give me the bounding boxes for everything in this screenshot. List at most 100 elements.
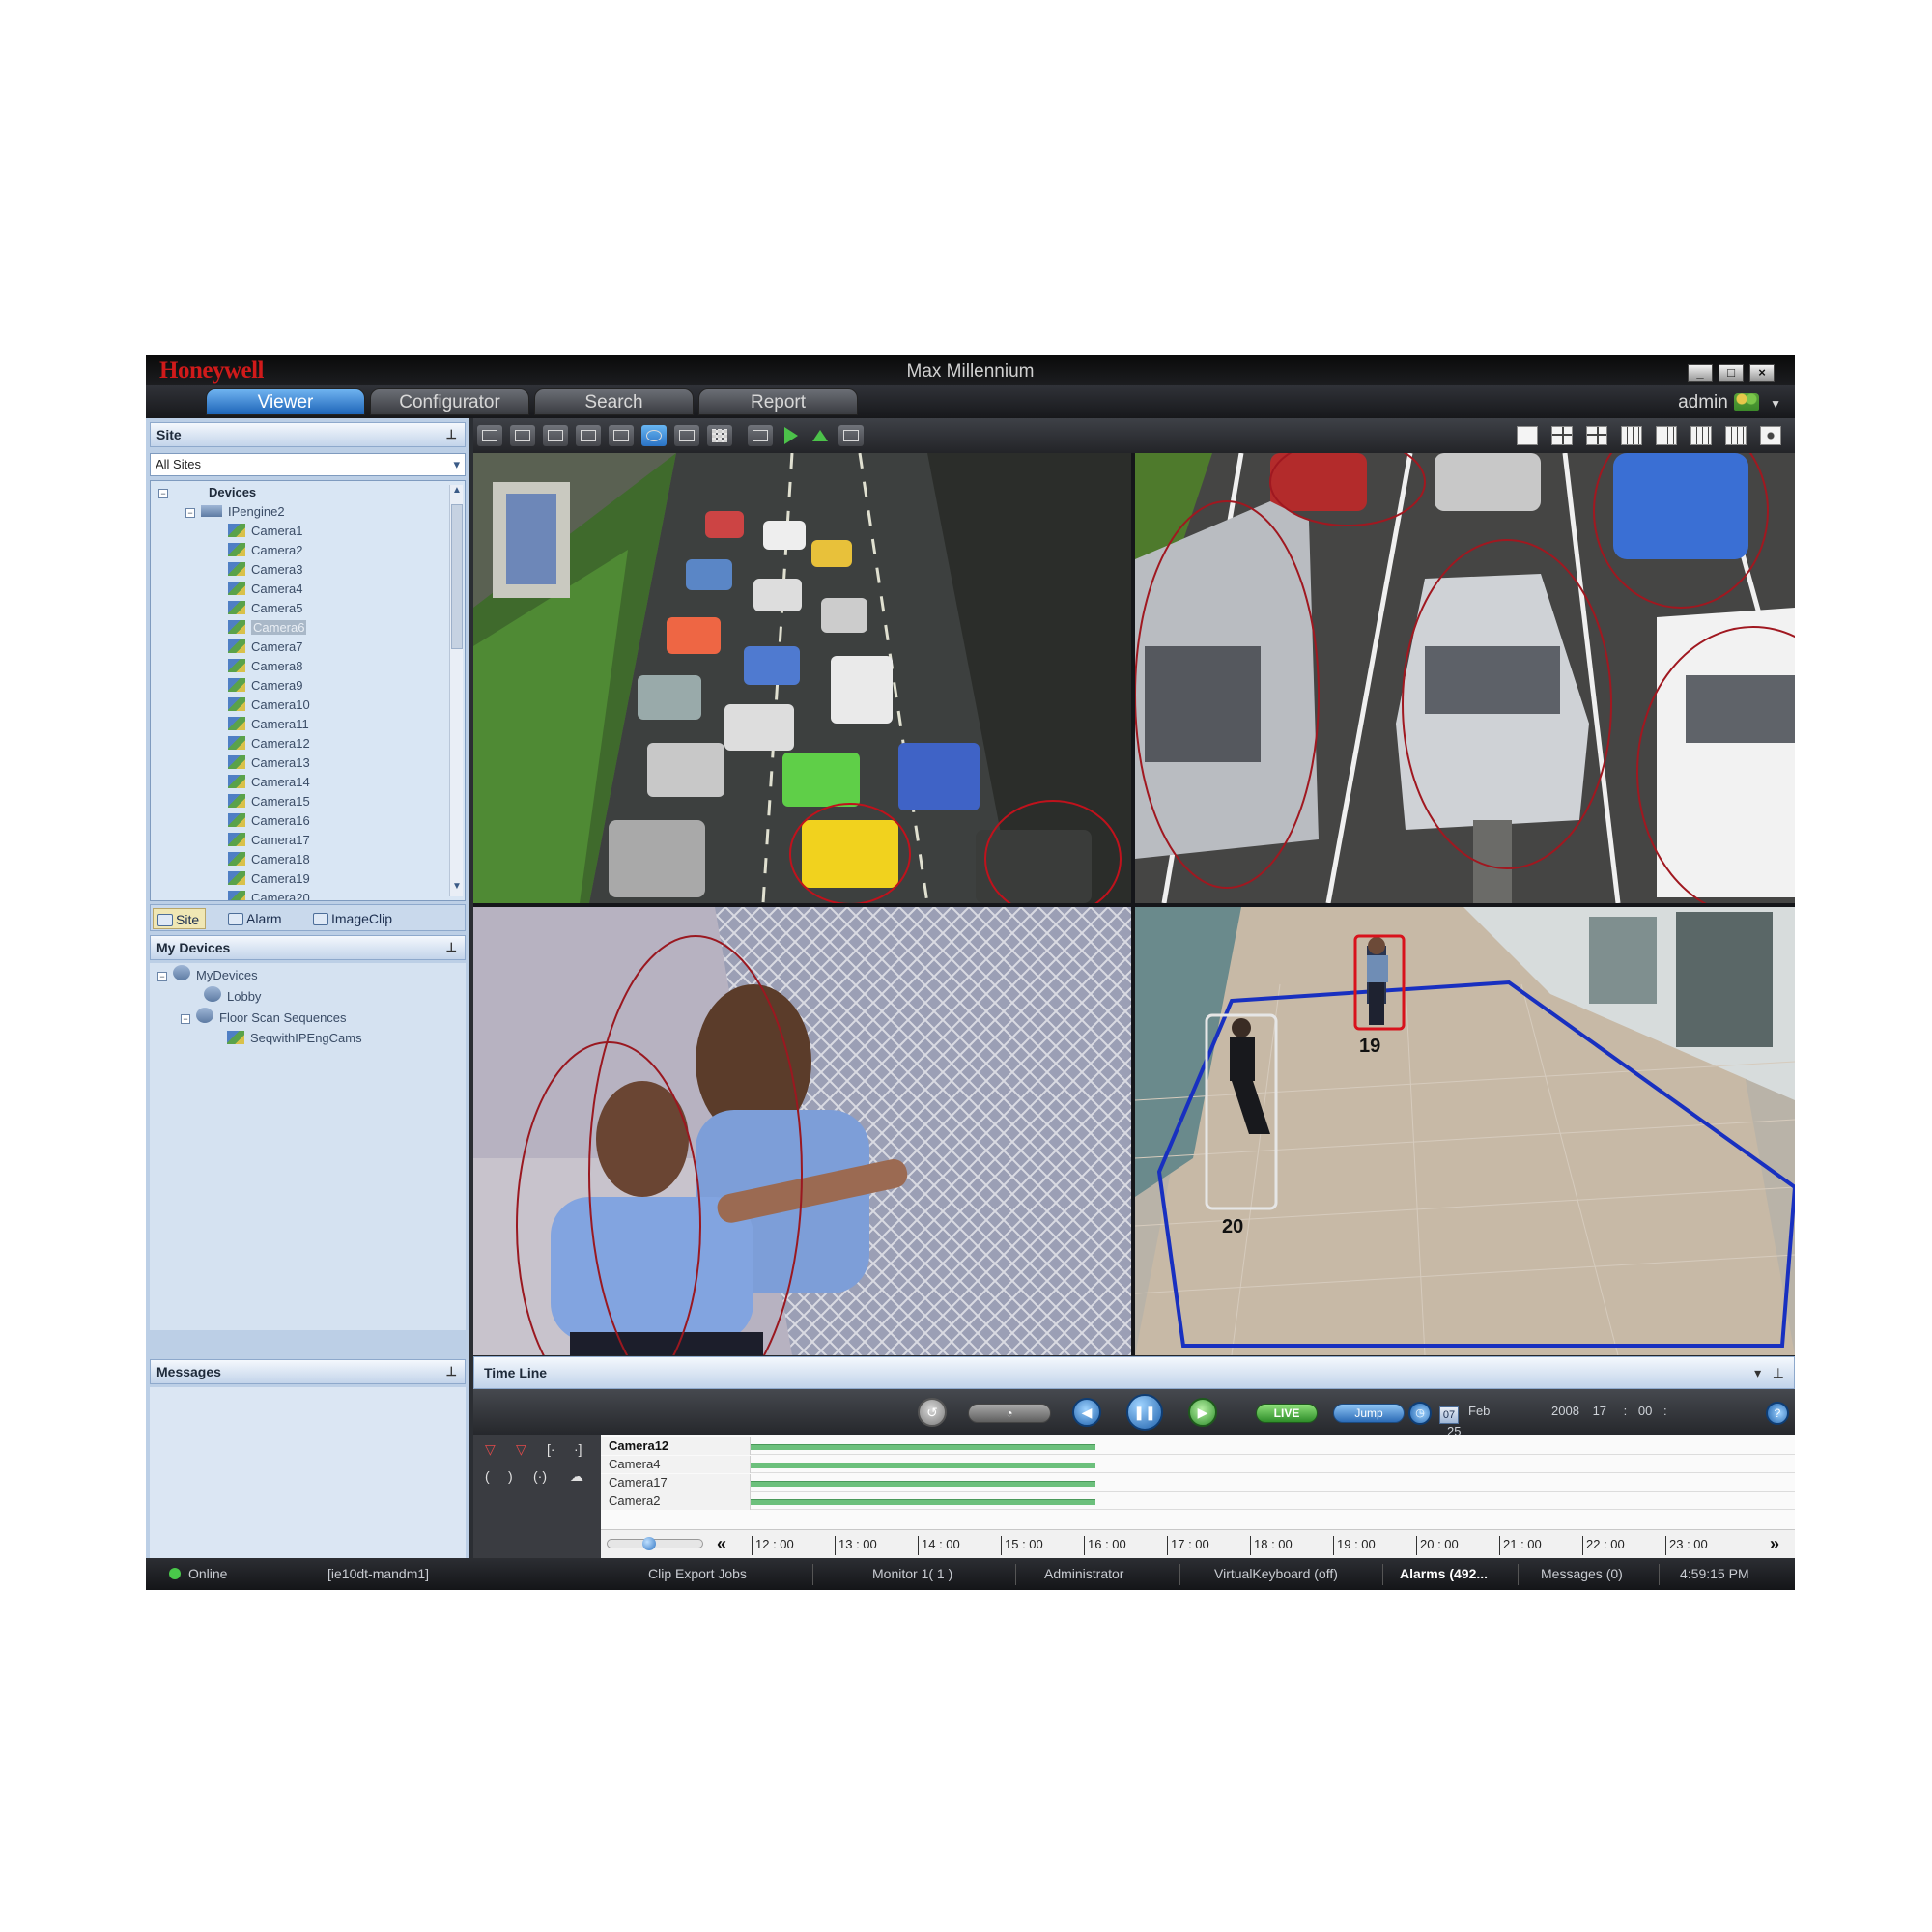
video-tile-traffic[interactable]	[473, 453, 1131, 903]
time-ruler[interactable]: « 12 : 00 13 : 00 14 : 00 15 : 00 16 : 00 17 …	[601, 1529, 1795, 1558]
tree-camera-camera15[interactable]: Camera15	[228, 792, 310, 811]
tree-node-lobby[interactable]: Lobby	[204, 986, 261, 1006]
alarms-status[interactable]: Alarms (492...	[1400, 1566, 1488, 1581]
scroll-left-button[interactable]: «	[717, 1534, 726, 1554]
tree-camera-camera13[interactable]: Camera13	[228, 753, 310, 773]
tree-camera-camera10[interactable]: Camera10	[228, 696, 310, 715]
tree-camera-camera20[interactable]: Camera20	[228, 889, 310, 900]
play-icon[interactable]	[784, 427, 798, 444]
tree-camera-camera17[interactable]: Camera17	[228, 831, 310, 850]
video-tile-fence[interactable]	[473, 907, 1131, 1355]
tree-camera-camera16[interactable]: Camera16	[228, 811, 310, 831]
layout-1plus5-icon[interactable]	[1586, 426, 1607, 445]
tree-camera-camera14[interactable]: Camera14	[228, 773, 310, 792]
toolbar-button[interactable]	[510, 425, 535, 446]
grid-toggle-button[interactable]	[707, 425, 732, 446]
tree-camera-camera9[interactable]: Camera9	[228, 676, 302, 696]
tree-camera-camera19[interactable]: Camera19	[228, 869, 310, 889]
export-button[interactable]	[838, 425, 864, 446]
pin-icon[interactable]: ⊥	[1773, 1365, 1784, 1380]
layout-2plus8-icon[interactable]	[1690, 426, 1712, 445]
tree-scrollbar[interactable]: ▲ ▼	[449, 485, 463, 896]
cloud-export-icon[interactable]: ☁	[570, 1468, 583, 1485]
tree-node-mydevices[interactable]: − MyDevices	[157, 965, 258, 984]
snapshot-button[interactable]	[576, 425, 601, 446]
help-icon[interactable]: ?	[1766, 1402, 1789, 1425]
user-menu[interactable]: admin ▼	[1678, 392, 1781, 413]
tab-viewer[interactable]: Viewer	[206, 388, 365, 415]
collapse-icon[interactable]: −	[158, 489, 168, 498]
timeline-track[interactable]: Camera4	[601, 1456, 1795, 1473]
device-tree[interactable]: − Devices − IPengine2 Camera1 Camera2 Camera…	[150, 480, 466, 901]
calendar-icon[interactable]: 07	[1439, 1406, 1459, 1424]
collapse-icon[interactable]: −	[157, 972, 167, 981]
speed-dial[interactable]: ◔	[968, 1404, 1051, 1423]
mark-in-icon[interactable]: ▽	[485, 1441, 496, 1458]
step-forward-button[interactable]: ▶	[1188, 1398, 1217, 1427]
bracket-start-icon[interactable]: [·	[547, 1441, 555, 1457]
tab-imageclip[interactable]: ImageClip	[309, 908, 398, 929]
clip-range-icon[interactable]: (·)	[533, 1468, 547, 1484]
tab-search[interactable]: Search	[534, 388, 694, 415]
tree-camera-camera5[interactable]: Camera5	[228, 599, 302, 618]
tab-report[interactable]: Report	[698, 388, 858, 415]
recorded-segment[interactable]	[751, 1444, 1095, 1450]
ptz-button[interactable]	[641, 425, 667, 446]
reset-button[interactable]: ↺	[918, 1398, 947, 1427]
chevron-down-icon[interactable]: ▾	[1754, 1365, 1761, 1380]
tree-camera-camera8[interactable]: Camera8	[228, 657, 302, 676]
tab-site[interactable]: Site	[153, 908, 207, 929]
video-tile-corridor[interactable]: 19 20	[1135, 907, 1795, 1355]
tree-camera-camera4[interactable]: Camera4	[228, 580, 302, 599]
clip-export-jobs[interactable]: Clip Export Jobs	[648, 1566, 747, 1581]
minimize-icon[interactable]: _	[1688, 364, 1713, 382]
timeline-track[interactable]: Camera2	[601, 1492, 1795, 1510]
layout-4x4-icon[interactable]	[1725, 426, 1747, 445]
tree-camera-camera6[interactable]: Camera6	[228, 618, 307, 638]
tree-server[interactable]: − IPengine2	[185, 502, 285, 522]
scroll-up-icon[interactable]: ▲	[450, 485, 464, 500]
messages-status[interactable]: Messages (0)	[1541, 1566, 1623, 1581]
tab-configurator[interactable]: Configurator	[370, 388, 529, 415]
layout-1x1-icon[interactable]	[1517, 426, 1538, 445]
toolbar-button[interactable]	[674, 425, 699, 446]
tree-camera-camera12[interactable]: Camera12	[228, 734, 310, 753]
date-time-picker[interactable]: 07 Feb 2008 17 : 00 : 25	[1439, 1404, 1671, 1438]
layout-1plus7-icon[interactable]	[1656, 426, 1677, 445]
scroll-thumb[interactable]	[451, 504, 463, 649]
toolbar-button[interactable]	[477, 425, 502, 446]
collapse-icon[interactable]: −	[181, 1014, 190, 1024]
toolbar-button[interactable]	[543, 425, 568, 446]
recorded-segment[interactable]	[751, 1481, 1095, 1487]
tree-camera-camera18[interactable]: Camera18	[228, 850, 310, 869]
mydevices-tree[interactable]: − MyDevices Lobby − Floor Scan Sequences S…	[150, 963, 466, 1330]
tree-node-floor-scan[interactable]: − Floor Scan Sequences	[181, 1008, 347, 1027]
step-back-button[interactable]: ◀	[1072, 1398, 1101, 1427]
monitor-button[interactable]	[748, 425, 773, 446]
pin-icon[interactable]: ⊥	[446, 936, 457, 959]
maximize-icon[interactable]: □	[1719, 364, 1744, 382]
tree-camera-camera11[interactable]: Camera11	[228, 715, 309, 734]
recorded-segment[interactable]	[751, 1463, 1095, 1468]
close-icon[interactable]: ×	[1749, 364, 1775, 382]
tree-camera-camera7[interactable]: Camera7	[228, 638, 302, 657]
bracket-end-icon[interactable]: ·]	[574, 1441, 582, 1457]
tree-camera-camera3[interactable]: Camera3	[228, 560, 302, 580]
recorded-segment[interactable]	[751, 1499, 1095, 1505]
tree-camera-camera1[interactable]: Camera1	[228, 522, 302, 541]
video-tile-parking[interactable]	[1135, 453, 1795, 903]
tab-alarm[interactable]: Alarm	[224, 908, 288, 929]
live-button[interactable]: LIVE	[1256, 1404, 1318, 1423]
timeline-track[interactable]: Camera17	[601, 1474, 1795, 1492]
collapse-icon[interactable]: −	[185, 508, 195, 518]
tree-node-sequence[interactable]: SeqwithIPEngCams	[227, 1029, 362, 1048]
scroll-down-icon[interactable]: ▼	[450, 881, 464, 896]
virtual-keyboard-status[interactable]: VirtualKeyboard (off)	[1214, 1566, 1338, 1581]
mark-out-icon[interactable]: ▽	[516, 1441, 526, 1458]
scroll-right-button[interactable]: »	[1770, 1534, 1779, 1554]
clip-start-icon[interactable]: (	[485, 1468, 490, 1484]
layout-3x3-icon[interactable]	[1621, 426, 1642, 445]
jump-button[interactable]: Jump	[1333, 1404, 1405, 1423]
fullscreen-icon[interactable]	[1760, 426, 1781, 445]
timeline-track[interactable]: Camera12	[601, 1437, 1795, 1455]
